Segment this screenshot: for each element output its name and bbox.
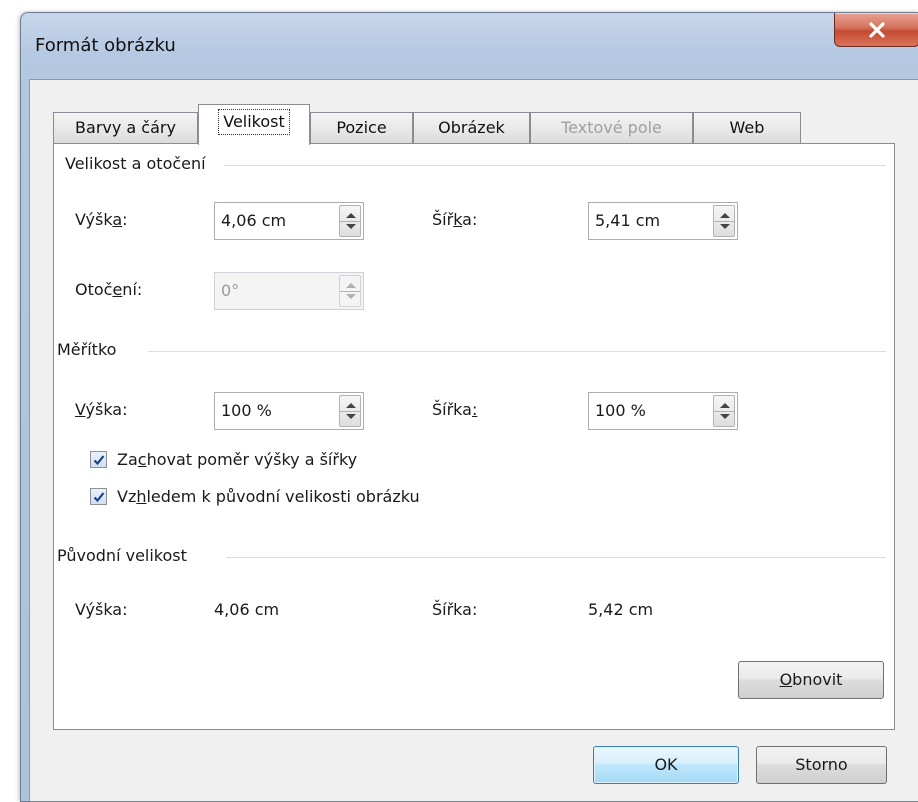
tab-colors-lines[interactable]: Barvy a čáry xyxy=(53,112,198,144)
group-divider xyxy=(224,165,886,166)
height-label: Výška: xyxy=(75,210,128,229)
original-height-label: Výška: xyxy=(75,600,128,619)
spin-arrows-icon[interactable] xyxy=(713,205,735,237)
scale-height-label: Výška: xyxy=(75,400,128,419)
lock-aspect-ratio-checkbox[interactable]: Zachovat poměr výšky a šířky xyxy=(90,450,357,469)
spin-arrows-icon[interactable] xyxy=(339,395,361,427)
width-spinner[interactable]: 5,41 cm xyxy=(588,202,738,240)
relative-to-original-checkbox[interactable]: Vzhledem k původní velikosti obrázku xyxy=(90,487,420,506)
group-title-size-rotation: Velikost a otočení xyxy=(65,154,216,173)
tab-label: Pozice xyxy=(336,118,387,137)
window-title: Formát obrázku xyxy=(35,35,176,56)
tab-picture[interactable]: Obrázek xyxy=(413,112,530,144)
group-divider xyxy=(148,351,886,352)
checkbox-box[interactable] xyxy=(90,488,107,505)
ok-button[interactable]: OK xyxy=(593,746,739,784)
dialog-client: Barvy a čáry Velikost Pozice Obrázek Tex… xyxy=(29,79,918,801)
scale-height-spinner[interactable]: 100 % xyxy=(214,392,364,430)
tab-web[interactable]: Web xyxy=(693,112,801,144)
spin-arrows-icon xyxy=(339,275,361,307)
lock-aspect-ratio-label: Zachovat poměr výšky a šířky xyxy=(117,450,358,469)
tab-text-box: Textové pole xyxy=(530,112,693,144)
cancel-button[interactable]: Storno xyxy=(756,746,887,784)
spin-arrows-icon[interactable] xyxy=(339,205,361,237)
original-width-label: Šířka: xyxy=(432,600,478,619)
height-spinner[interactable]: 4,06 cm xyxy=(214,202,364,240)
tab-label: Obrázek xyxy=(438,118,505,137)
tab-label: Textové pole xyxy=(561,118,662,137)
height-value[interactable]: 4,06 cm xyxy=(221,203,286,239)
dialog-window: Formát obrázku Barvy a čáry Velikost Poz… xyxy=(20,12,918,802)
spin-arrows-icon[interactable] xyxy=(713,395,735,427)
reset-button[interactable]: Obnovit xyxy=(738,661,884,699)
tab-label: Web xyxy=(729,118,765,137)
tab-size[interactable]: Velikost xyxy=(198,104,310,145)
checkbox-box[interactable] xyxy=(90,451,107,468)
tab-label: Velikost xyxy=(218,109,290,135)
rotation-value: 0° xyxy=(221,281,240,300)
width-value[interactable]: 5,41 cm xyxy=(595,203,660,239)
tab-label: Barvy a čáry xyxy=(75,118,176,137)
original-width-value: 5,42 cm xyxy=(588,600,654,619)
original-height-value: 4,06 cm xyxy=(214,600,280,619)
group-divider xyxy=(226,557,886,558)
scale-height-value[interactable]: 100 % xyxy=(221,393,272,429)
rotation-spinner: 0° xyxy=(214,272,364,310)
relative-to-original-label: Vzhledem k původní velikosti obrázku xyxy=(117,487,420,506)
scale-width-spinner[interactable]: 100 % xyxy=(588,392,738,430)
checkmark-icon xyxy=(93,455,105,466)
group-title-original-size: Původní velikost xyxy=(57,546,197,565)
size-tab-panel: Velikost a otočení Výška: 4,06 cm Šířka:… xyxy=(53,143,895,730)
rotation-label: Otočení: xyxy=(75,280,143,299)
title-bar[interactable]: Formát obrázku xyxy=(21,13,918,79)
close-icon xyxy=(869,21,885,38)
scale-width-label: Šířka: xyxy=(432,400,478,419)
checkmark-icon xyxy=(93,492,105,503)
tab-position[interactable]: Pozice xyxy=(310,112,413,144)
close-button[interactable] xyxy=(834,13,918,47)
group-title-scale: Měřítko xyxy=(57,340,127,359)
width-label: Šířka: xyxy=(432,210,478,229)
scale-width-value[interactable]: 100 % xyxy=(595,393,646,429)
